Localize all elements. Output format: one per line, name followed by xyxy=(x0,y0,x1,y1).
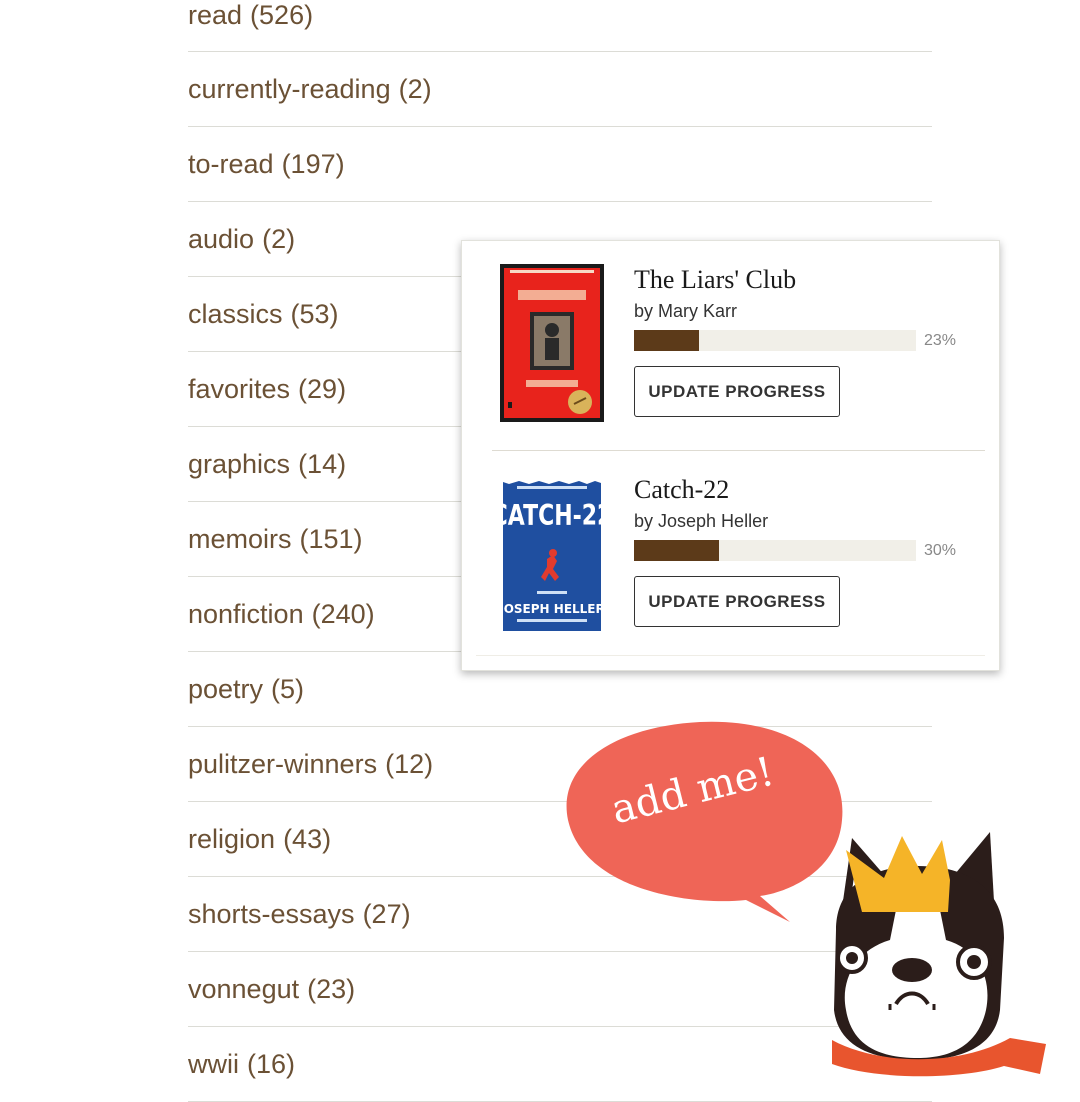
shelf-count: (23) xyxy=(307,973,356,1004)
shelf-count: (14) xyxy=(298,448,347,479)
shelf-name: pulitzer-winners xyxy=(188,748,378,779)
book-entry: CATCH-22 JOSEPH HELLER Catch-22 by Josep… xyxy=(462,451,999,661)
shelf-count: (2) xyxy=(398,73,432,104)
shelf-name: favorites xyxy=(188,373,291,404)
shelf-name: vonnegut xyxy=(188,973,300,1004)
progress-percent: 23% xyxy=(924,332,957,349)
progress-bar xyxy=(634,540,916,561)
shelf-count: (240) xyxy=(311,598,375,629)
shelf-name: classics xyxy=(188,298,283,329)
shelf-name: to-read xyxy=(188,148,274,179)
shelf-name: memoirs xyxy=(188,523,292,554)
shelf-count: (5) xyxy=(271,673,305,704)
shelf-name: nonfiction xyxy=(188,598,304,629)
progress-fill xyxy=(634,540,719,561)
shelf-count: (29) xyxy=(298,373,347,404)
book-author[interactable]: by Mary Karr xyxy=(634,301,737,322)
shelf-count: (27) xyxy=(362,898,411,929)
svg-text:CATCH-22: CATCH-22 xyxy=(503,499,601,533)
shelf-name: currently-reading xyxy=(188,73,391,104)
shelf-count: (16) xyxy=(247,1048,296,1079)
shelf-name: wwii xyxy=(188,1048,239,1079)
book-title[interactable]: Catch-22 xyxy=(634,475,729,505)
shelf-count: (43) xyxy=(283,823,332,854)
speech-bubble xyxy=(566,721,843,922)
update-progress-button[interactable]: UPDATE PROGRESS xyxy=(634,366,840,417)
currently-reading-popup: The Liars' Club by Mary Karr 23% UPDATE … xyxy=(461,240,1000,671)
shelf-item-to-read[interactable]: to-read (197) xyxy=(188,127,932,202)
progress-fill xyxy=(634,330,699,351)
shelf-count: (2) xyxy=(262,223,296,254)
shelf-name: graphics xyxy=(188,448,291,479)
shelf-name: religion xyxy=(188,823,276,854)
divider xyxy=(476,655,985,656)
book-cover-liars-club[interactable] xyxy=(500,264,604,422)
book-entry: The Liars' Club by Mary Karr 23% UPDATE … xyxy=(462,241,999,451)
crown-icon xyxy=(846,836,950,912)
progress-bar xyxy=(634,330,916,351)
shelf-item-currently-reading[interactable]: currently-reading (2) xyxy=(188,52,932,127)
shelf-count: (53) xyxy=(290,298,339,329)
dog-mascot-sticker xyxy=(566,721,1046,1077)
shelf-name: audio xyxy=(188,223,255,254)
shelf-count: (197) xyxy=(281,148,345,179)
shelf-name: poetry xyxy=(188,673,264,704)
shelf-item-read[interactable]: read (526) xyxy=(188,0,932,52)
progress-percent: 30% xyxy=(924,542,957,559)
shelf-count: (151) xyxy=(299,523,363,554)
svg-text:JOSEPH HELLER: JOSEPH HELLER xyxy=(503,602,601,616)
shelf-name: shorts-essays xyxy=(188,898,355,929)
update-progress-button[interactable]: UPDATE PROGRESS xyxy=(634,576,840,627)
shelf-count: (12) xyxy=(385,748,434,779)
shelf-name: read xyxy=(188,0,243,30)
shelf-count: (526) xyxy=(250,0,314,30)
book-title[interactable]: The Liars' Club xyxy=(634,265,796,295)
book-author[interactable]: by Joseph Heller xyxy=(634,511,768,532)
book-cover-catch-22[interactable]: CATCH-22 JOSEPH HELLER xyxy=(503,477,601,631)
